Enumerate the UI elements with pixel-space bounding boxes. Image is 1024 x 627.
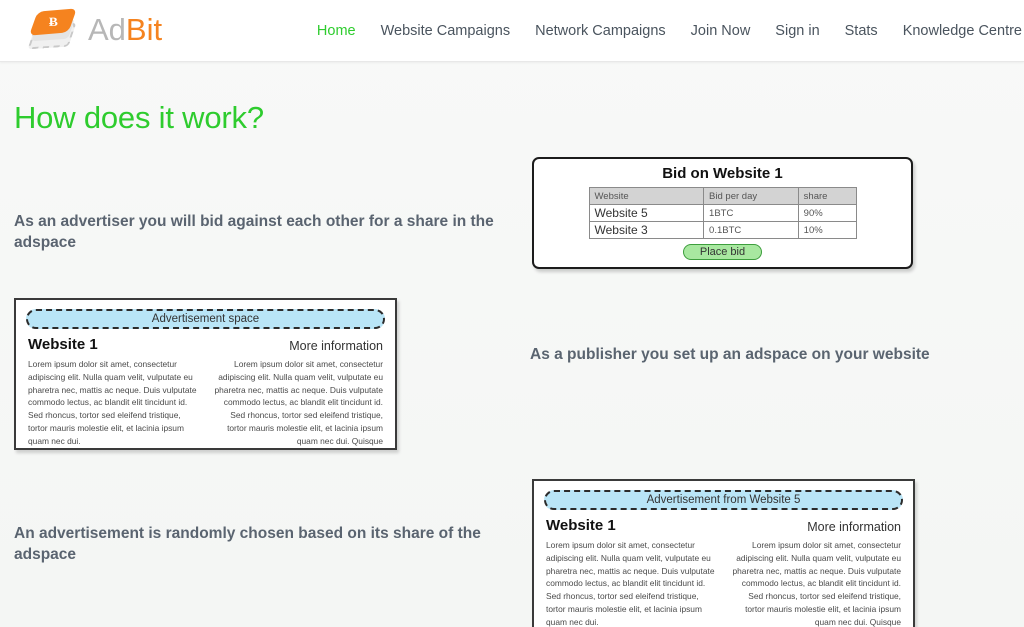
random-ad-website-mockup: Advertisement from Website 5 Website 1 M… xyxy=(532,479,915,627)
bid-table-col-website: Website xyxy=(588,187,705,205)
bid-row-share: 90% xyxy=(797,204,857,222)
mockup-more-information-link[interactable]: More information xyxy=(807,520,901,534)
brand-logo[interactable]: Ƀ Ad Bit xyxy=(26,6,162,54)
page-title: How does it work? xyxy=(14,100,264,135)
brand-wordmark: Ad Bit xyxy=(88,12,162,48)
table-row: Website 3 0.1BTC 10% xyxy=(588,221,857,239)
bid-table: Website Bid per day share Website 5 1BTC… xyxy=(588,187,857,239)
table-row: Website 5 1BTC 90% xyxy=(588,204,857,222)
bid-row-amount: 1BTC xyxy=(703,204,799,222)
mockup-site-name: Website 1 xyxy=(546,517,616,534)
bitcoin-symbol-icon: Ƀ xyxy=(48,14,58,29)
bid-row-amount: 0.1BTC xyxy=(703,221,799,239)
step-text-advertiser: As an advertiser you will bid against ea… xyxy=(14,213,494,251)
bid-panel: Bid on Website 1 Website Bid per day sha… xyxy=(532,157,913,269)
nav-item-home[interactable]: Home xyxy=(317,23,356,39)
nav-item-sign-in[interactable]: Sign in xyxy=(775,23,819,39)
mockup-column-left: Lorem ipsum dolor sit amet, consectetur … xyxy=(28,359,197,446)
step-text-publisher: As a publisher you set up an adspace on … xyxy=(530,346,930,363)
mockup-body-columns: Lorem ipsum dolor sit amet, consectetur … xyxy=(546,539,901,627)
brand-wordmark-ad: Ad xyxy=(88,12,126,47)
bid-panel-title: Bid on Website 1 xyxy=(662,165,783,182)
page-root: Ƀ Ad Bit Home Website Campaigns Network C… xyxy=(0,0,1024,627)
nav-item-network-campaigns[interactable]: Network Campaigns xyxy=(535,23,666,39)
mockup-header-row: Website 1 More information xyxy=(28,336,383,353)
adbit-card-logo-icon: Ƀ xyxy=(26,6,82,54)
mockup-body-columns: Lorem ipsum dolor sit amet, consectetur … xyxy=(28,358,383,447)
bid-row-website: Website 5 xyxy=(588,204,705,222)
adspace-served-advertisement: Advertisement from Website 5 xyxy=(544,490,903,510)
place-bid-button[interactable]: Place bid xyxy=(682,244,763,260)
nav-item-join-now[interactable]: Join Now xyxy=(691,23,751,39)
mockup-more-information-link[interactable]: More information xyxy=(289,339,383,353)
nav-item-knowledge-centre[interactable]: Knowledge Centre xyxy=(903,23,1022,39)
step-text-random-selection: An advertisement is randomly chosen base… xyxy=(14,525,481,563)
bid-table-header-row: Website Bid per day share xyxy=(588,187,857,205)
site-header: Ƀ Ad Bit Home Website Campaigns Network C… xyxy=(0,0,1024,62)
adspace-placeholder: Advertisement space xyxy=(26,309,385,329)
nav-item-website-campaigns[interactable]: Website Campaigns xyxy=(381,23,511,39)
bid-row-website: Website 3 xyxy=(588,221,705,239)
bid-table-col-share: share xyxy=(797,187,857,205)
mockup-site-name: Website 1 xyxy=(28,336,98,353)
bid-table-col-bid-per-day: Bid per day xyxy=(703,187,799,205)
publisher-website-mockup: Advertisement space Website 1 More infor… xyxy=(14,298,397,450)
mockup-column-right: Lorem ipsum dolor sit amet, consectetur … xyxy=(732,540,901,627)
bid-row-share: 10% xyxy=(797,221,857,239)
mockup-header-row: Website 1 More information xyxy=(546,517,901,534)
main-navigation: Home Website Campaigns Network Campaigns… xyxy=(317,0,1024,62)
mockup-column-left: Lorem ipsum dolor sit amet, consectetur … xyxy=(546,540,715,627)
mockup-column-right: Lorem ipsum dolor sit amet, consectetur … xyxy=(214,359,383,446)
brand-wordmark-bit: Bit xyxy=(125,12,163,47)
nav-item-stats[interactable]: Stats xyxy=(845,23,878,39)
